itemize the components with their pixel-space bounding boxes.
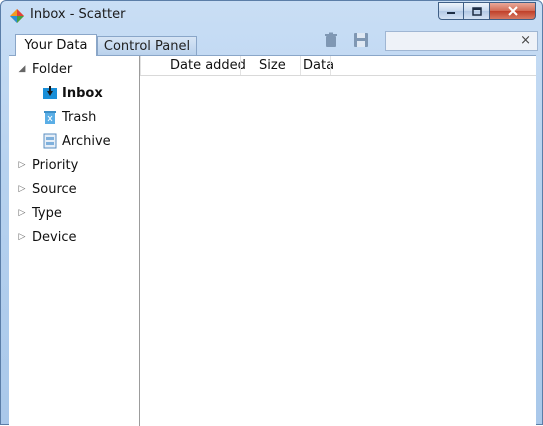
sidebar-item-label: Inbox — [62, 85, 103, 101]
collapsed-arrow-icon[interactable]: ▷ — [17, 160, 27, 170]
sidebar-item-folder[interactable]: ◢ Folder — [17, 58, 73, 80]
column-divider[interactable] — [140, 56, 141, 75]
search-input[interactable]: × — [385, 31, 538, 51]
archive-icon — [43, 133, 57, 149]
maximize-button[interactable] — [464, 2, 490, 20]
sidebar-item-priority[interactable]: ▷ Priority — [17, 154, 79, 176]
sidebar-item-label: Device — [32, 229, 77, 245]
column-divider[interactable] — [240, 56, 241, 75]
column-divider[interactable] — [300, 56, 301, 75]
minimize-button[interactable] — [438, 2, 464, 20]
table-header: Date added Size Data — [140, 56, 536, 76]
title-bar[interactable]: Inbox - Scatter — [1, 1, 542, 31]
close-icon — [507, 6, 518, 16]
sidebar-item-label: Source — [32, 181, 77, 197]
sidebar-item-label: Trash — [62, 109, 97, 125]
window-controls — [438, 2, 536, 22]
app-logo-icon — [10, 9, 24, 23]
sidebar-item-label: Priority — [32, 157, 79, 173]
collapsed-arrow-icon[interactable]: ▷ — [17, 184, 27, 194]
sidebar: ◢ Folder Inbox Trash Archive ▷ Priority … — [9, 56, 140, 426]
inbox-icon — [43, 86, 57, 99]
sidebar-item-label: Folder — [32, 61, 73, 77]
sidebar-item-trash[interactable]: Trash — [42, 106, 96, 128]
app-window: Inbox - Scatter Your Data Control Panel … — [0, 0, 543, 426]
file-list[interactable]: Date added Size Data — [140, 56, 536, 426]
maximize-icon — [471, 6, 482, 16]
window-title: Inbox - Scatter — [30, 7, 126, 22]
floppy-icon[interactable] — [353, 32, 369, 48]
sidebar-item-label: Type — [32, 205, 62, 221]
sidebar-item-type[interactable]: ▷ Type — [17, 202, 62, 224]
collapsed-arrow-icon[interactable]: ▷ — [17, 232, 27, 242]
search-clear-button[interactable]: × — [520, 33, 531, 48]
sidebar-item-inbox[interactable]: Inbox — [42, 82, 103, 104]
column-header-size[interactable]: Size — [259, 56, 286, 75]
close-button[interactable] — [490, 2, 536, 20]
collapsed-arrow-icon[interactable]: ▷ — [17, 208, 27, 218]
content-area: ◢ Folder Inbox Trash Archive ▷ Priority … — [9, 55, 536, 426]
expanded-arrow-icon[interactable]: ◢ — [17, 64, 27, 74]
tab-your-data[interactable]: Your Data — [15, 34, 97, 56]
column-header-date-added[interactable]: Date added — [170, 56, 246, 75]
sidebar-item-device[interactable]: ▷ Device — [17, 226, 77, 248]
sidebar-item-archive[interactable]: Archive — [42, 130, 111, 152]
sidebar-item-source[interactable]: ▷ Source — [17, 178, 77, 200]
sidebar-item-label: Archive — [62, 133, 111, 149]
minimize-icon — [447, 12, 455, 14]
trash-bin-icon — [44, 111, 56, 124]
tab-control-panel[interactable]: Control Panel — [97, 36, 197, 55]
column-divider[interactable] — [330, 56, 331, 75]
trash-icon[interactable] — [323, 32, 339, 48]
